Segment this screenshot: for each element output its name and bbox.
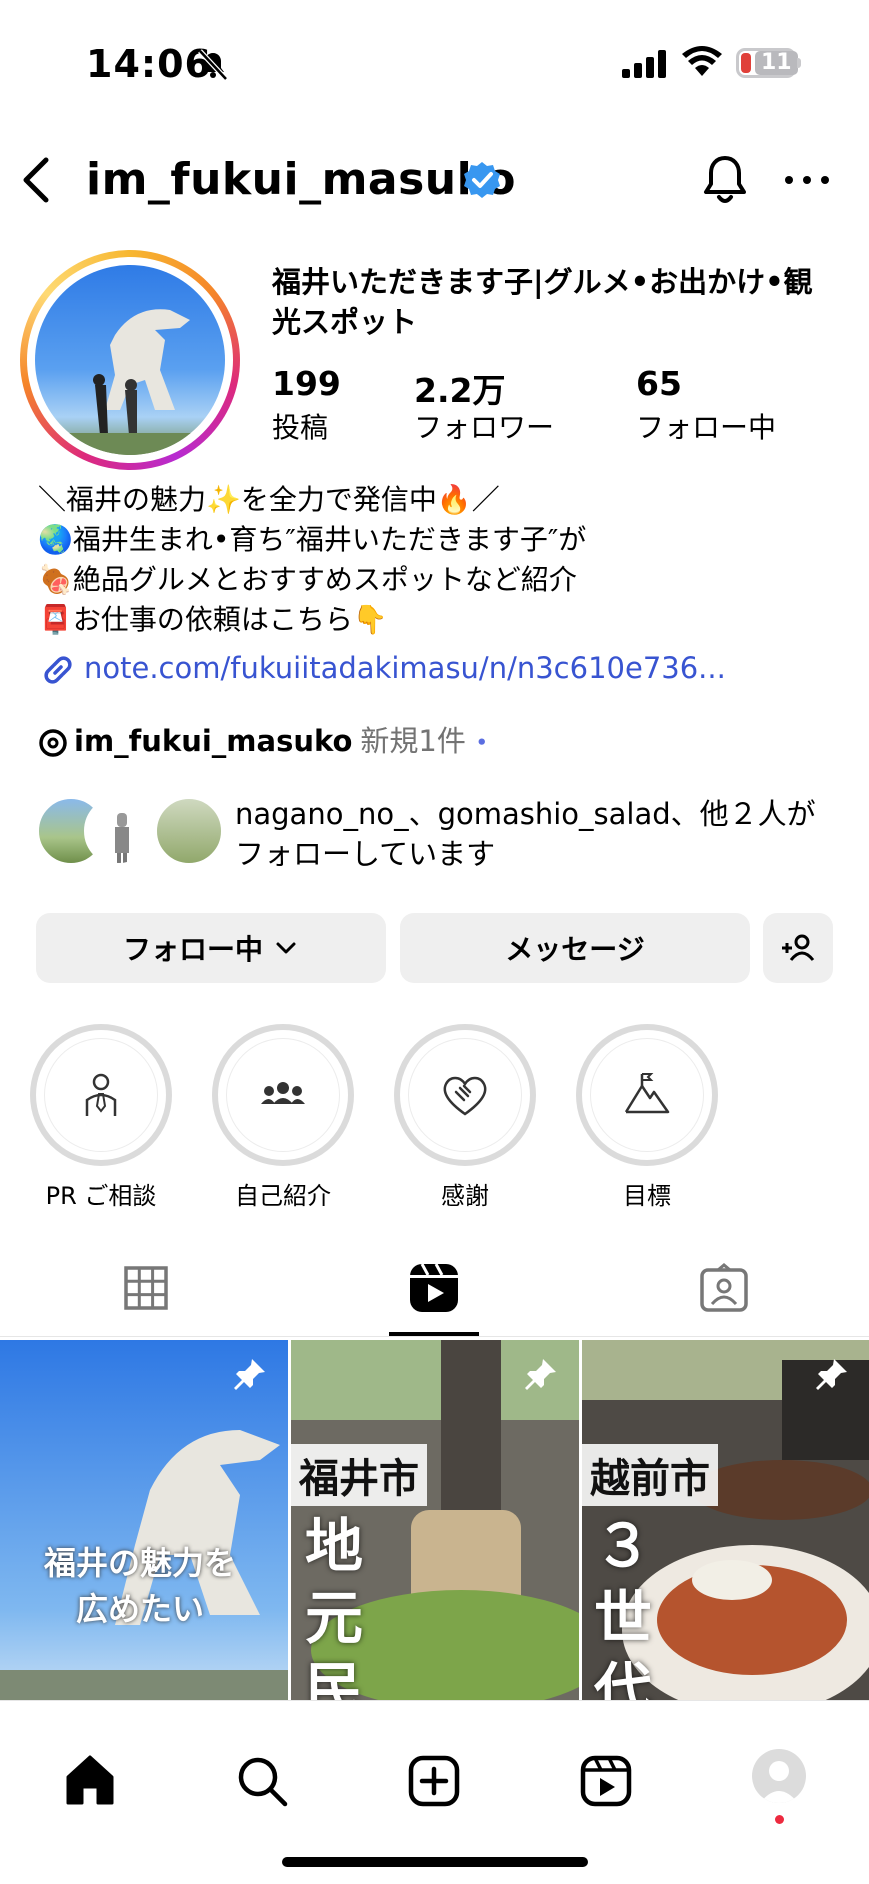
link-icon: [44, 656, 72, 684]
stat-posts-label[interactable]: 投稿: [272, 406, 328, 446]
highlight-label: 感謝: [441, 1182, 489, 1210]
stat-following-label[interactable]: フォロー中: [636, 406, 776, 446]
home-indicator: [282, 1857, 588, 1867]
pin-icon: [234, 1359, 265, 1390]
person-tie-icon: [85, 1073, 117, 1116]
threads-icon: [39, 729, 67, 757]
threads-dot: •: [475, 732, 488, 754]
notification-dot: [775, 1815, 784, 1824]
mutual-follower-avatar: [154, 796, 224, 866]
grid-icon[interactable]: [120, 1262, 172, 1314]
stat-following-count[interactable]: 65: [636, 364, 682, 403]
message-button[interactable]: メッセージ: [400, 913, 750, 983]
bell-muted-icon: [198, 49, 228, 81]
pin-icon: [816, 1359, 847, 1390]
threads-handle: im_fukui_masuko: [74, 724, 353, 758]
home-icon[interactable]: [62, 1753, 118, 1809]
create-icon[interactable]: [406, 1753, 462, 1809]
post-title: 福井の魅力を広めたい: [43, 1544, 236, 1628]
mutual-follower-avatar: [84, 796, 154, 866]
profile-link-text[interactable]: note.com/fukuiitadakimasu/n/n3c610e736..…: [84, 651, 726, 685]
post-tile[interactable]: 福井の魅力を広めたい: [0, 1340, 288, 1700]
battery-level: 11: [755, 51, 798, 75]
chevron-down-icon: [276, 942, 296, 954]
post-big-text: ３世代: [594, 1512, 653, 1700]
profile-display-name: 福井いただきます子|グルメ•お出かけ•観光スポット: [272, 265, 813, 339]
post-place-label: 福井市: [291, 1444, 427, 1506]
verified-badge-icon: [464, 162, 500, 198]
wifi-icon: [682, 46, 722, 76]
heart-hands-icon: [443, 1076, 487, 1116]
profile-icon[interactable]: [752, 1749, 806, 1803]
stat-followers-label[interactable]: フォロワー: [414, 406, 554, 446]
mutual-followers-text[interactable]: nagano_no_、gomashio_salad、他２人がフォローしています: [235, 794, 835, 874]
suggest-users-button[interactable]: [763, 913, 833, 983]
battery-indicator: 11: [736, 48, 798, 78]
stat-posts-count[interactable]: 199: [272, 364, 341, 403]
bio-line: 🌏福井生まれ•育ち″福井いただきます子″が: [38, 523, 587, 556]
bottom-navigation: [0, 1700, 869, 1884]
profile-bio: ＼福井の魅力✨を全力で発信中🔥／ 🌏福井生まれ•育ち″福井いただきます子″が 🍖…: [38, 480, 838, 640]
bio-line: 📮お仕事の依頼はこちら👇: [38, 603, 388, 636]
chevron-left-icon[interactable]: [18, 156, 54, 204]
following-button-label: フォロー中: [122, 933, 263, 966]
battery-cap: [797, 58, 801, 68]
highlight-pr[interactable]: PR ご相談: [30, 1024, 172, 1211]
reels-icon[interactable]: [578, 1753, 634, 1809]
highlight-label: 目標: [623, 1182, 671, 1210]
more-horizontal-icon[interactable]: [782, 172, 832, 188]
status-time: 14:06: [86, 42, 212, 86]
profile-avatar[interactable]: [20, 250, 240, 470]
highlight-intro[interactable]: 自己紹介: [212, 1024, 354, 1211]
search-icon[interactable]: [234, 1753, 290, 1809]
mountain-flag-icon: [624, 1073, 670, 1114]
tagged-icon[interactable]: [698, 1262, 750, 1314]
following-button[interactable]: フォロー中: [36, 913, 386, 983]
message-button-label: メッセージ: [505, 933, 645, 966]
pin-icon: [525, 1359, 556, 1390]
add-person-icon: [782, 934, 815, 961]
profile-link[interactable]: note.com/fukuiitadakimasu/n/n3c610e736..…: [38, 650, 726, 690]
profile-username: im_fukui_masuko: [86, 154, 516, 205]
group-icon: [261, 1082, 305, 1104]
bell-icon[interactable]: [700, 152, 750, 208]
dinosaur-photo: [35, 309, 225, 455]
reels-icon[interactable]: [408, 1262, 460, 1314]
bio-line: ＼福井の魅力✨を全力で発信中🔥／: [38, 483, 500, 516]
highlight-label: PR ご相談: [45, 1182, 157, 1210]
post-thumbnail: [0, 1340, 288, 1700]
post-tile[interactable]: 福井市 地元民: [291, 1340, 579, 1700]
threads-badge[interactable]: im_fukui_masuko 新規1件 •: [38, 718, 488, 760]
post-tile[interactable]: 越前市 ３世代: [582, 1340, 869, 1700]
bio-line: 🍖絶品グルメとおすすめスポットなど紹介: [38, 563, 577, 596]
post-big-text: 地元民: [305, 1512, 364, 1700]
threads-new-label: 新規1件: [360, 724, 466, 758]
highlight-thanks[interactable]: 感謝: [394, 1024, 536, 1211]
highlight-goal[interactable]: 目標: [576, 1024, 718, 1211]
highlight-label: 自己紹介: [235, 1182, 331, 1210]
post-place-label: 越前市: [582, 1444, 718, 1506]
stat-followers-count[interactable]: 2.2万: [414, 364, 505, 412]
tabs-divider: [0, 1336, 869, 1337]
cellular-signal-icon: [622, 50, 666, 78]
